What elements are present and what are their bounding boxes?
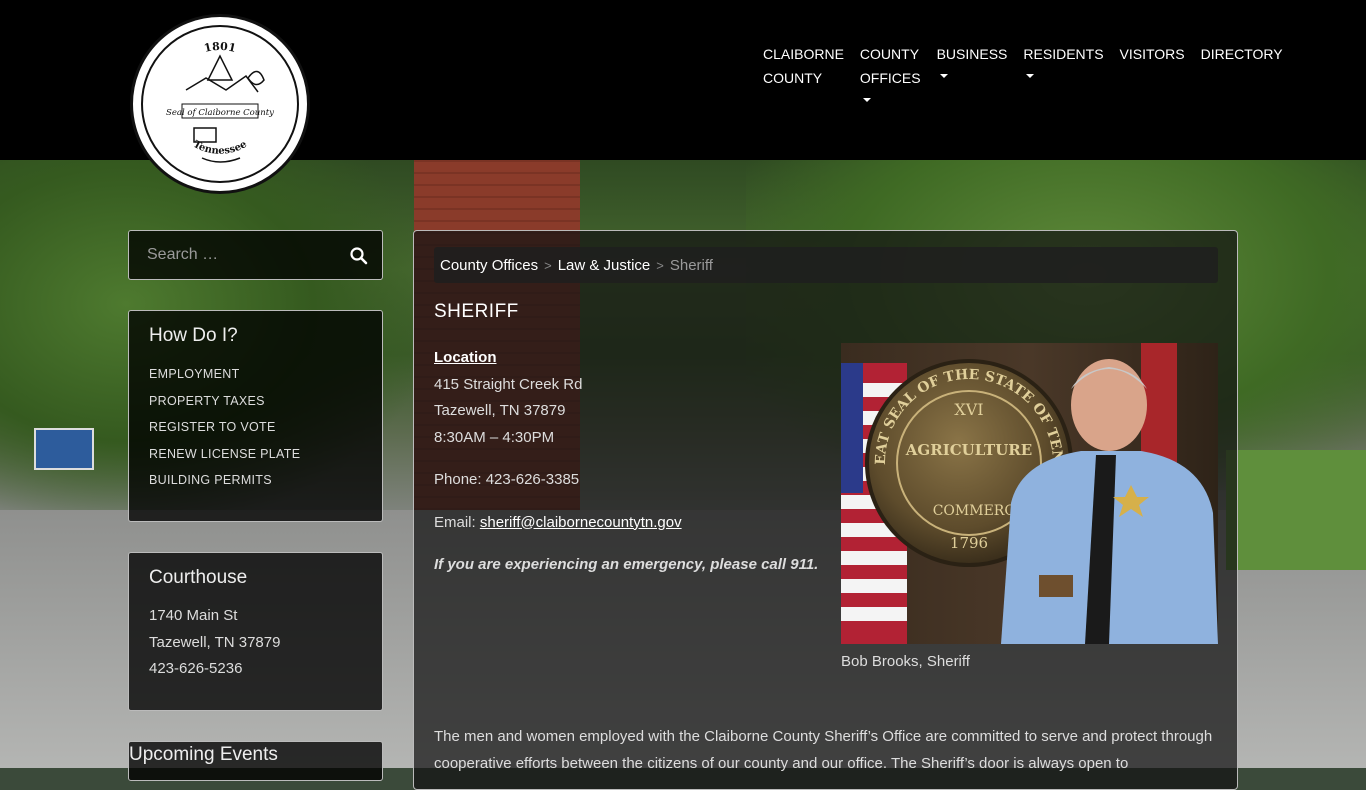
address-line2: Tazewell, TN 37879 <box>434 402 566 419</box>
main-navigation: CLAIBORNE COUNTY COUNTY OFFICES BUSINESS RE… <box>755 42 1291 102</box>
sheriff-contact-info: Location 415 Straight Creek Rd Tazewell,… <box>434 345 818 579</box>
how-do-i-link-building-permits[interactable]: BUILDING PERMITS <box>149 467 362 494</box>
emergency-notice: If you are experiencing an emergency, pl… <box>434 556 819 573</box>
chevron-down-icon[interactable] <box>939 74 948 78</box>
courthouse-address-line1: 1740 Main St <box>149 607 238 624</box>
search-icon[interactable] <box>348 245 370 267</box>
seal-artwork: 1801 Tennessee Seal of Claiborne County <box>166 40 274 163</box>
breadcrumb: County Offices > Law & Justice > Sheriff <box>434 247 1218 283</box>
how-do-i-list: EMPLOYMENT PROPERTY TAXES REGISTER TO VO… <box>149 361 362 494</box>
how-do-i-link-renew-license-plate[interactable]: RENEW LICENSE PLATE <box>149 441 362 468</box>
seal-agriculture: AGRICULTURE <box>905 441 1032 459</box>
how-do-i-widget: How Do I? EMPLOYMENT PROPERTY TAXES REGI… <box>128 310 383 522</box>
nav-item-business[interactable]: BUSINESS <box>929 42 1016 102</box>
how-do-i-link-property-taxes[interactable]: PROPERTY TAXES <box>149 388 362 415</box>
breadcrumb-separator: > <box>656 257 664 273</box>
search-input[interactable] <box>145 245 339 265</box>
breadcrumb-law-justice[interactable]: Law & Justice <box>558 257 651 274</box>
seal-banner-text: Seal of Claiborne County <box>166 108 274 118</box>
how-do-i-link-register-to-vote[interactable]: REGISTER TO VOTE <box>149 414 362 441</box>
nav-item-claiborne-county[interactable]: CLAIBORNE COUNTY <box>755 42 852 102</box>
email-line: Email: sheriff@claibornecountytn.gov <box>434 510 818 537</box>
seal-xvi: XVI <box>954 400 983 419</box>
location-link[interactable]: Location <box>434 349 497 366</box>
email-label: Email: <box>434 513 476 531</box>
address-line1: 415 Straight Creek Rd <box>434 375 583 393</box>
photo-caption: Bob Brooks, Sheriff <box>841 653 970 670</box>
nav-item-label: CLAIBORNE COUNTY <box>763 46 844 86</box>
upcoming-events-title: Upcoming Events <box>129 744 278 765</box>
nav-item-visitors[interactable]: VISITORS <box>1112 42 1193 102</box>
nav-item-residents[interactable]: RESIDENTS <box>1015 42 1111 102</box>
nav-item-directory[interactable]: DIRECTORY <box>1193 42 1291 102</box>
seal-year: 1796 <box>950 534 988 552</box>
nav-item-label: DIRECTORY <box>1200 46 1283 62</box>
how-do-i-link-employment[interactable]: EMPLOYMENT <box>149 361 362 388</box>
office-hours: 8:30AM – 4:30PM <box>434 428 555 446</box>
background-sign <box>34 428 94 470</box>
courthouse-widget: Courthouse 1740 Main St Tazewell, TN 378… <box>128 552 383 711</box>
nav-item-label: BUSINESS <box>936 46 1008 62</box>
svg-text:1801: 1801 <box>203 40 237 55</box>
courthouse-address-line2: Tazewell, TN 37879 <box>149 633 281 651</box>
breadcrumb-county-offices[interactable]: County Offices <box>440 257 538 274</box>
background-lawn <box>1226 450 1366 570</box>
sheriff-photo: THE GREAT SEAL OF THE STATE OF TENNESSEE… <box>841 343 1218 644</box>
breadcrumb-current: Sheriff <box>669 256 713 274</box>
nav-item-county-offices[interactable]: COUNTY OFFICES <box>852 42 929 102</box>
chevron-down-icon[interactable] <box>1026 74 1035 78</box>
intro-paragraph: The men and women employed with the Clai… <box>434 728 1213 772</box>
page-title: SHERIFF <box>434 301 519 322</box>
how-do-i-title: How Do I? <box>149 325 238 346</box>
nav-item-label: VISITORS <box>1119 46 1185 62</box>
chevron-down-icon[interactable] <box>862 98 871 102</box>
courthouse-phone: 423-626-5236 <box>149 660 243 677</box>
nav-item-label: COUNTY OFFICES <box>859 46 921 86</box>
seal-year-text: 1801 <box>203 40 237 55</box>
sheriff-portrait: THE GREAT SEAL OF THE STATE OF TENNESSEE… <box>841 343 1218 644</box>
main-content-panel: County Offices > Law & Justice > Sheriff… <box>413 230 1238 790</box>
phone-number: Phone: 423-626-3385 <box>434 471 580 488</box>
search-widget <box>128 230 383 280</box>
breadcrumb-separator: > <box>544 257 552 273</box>
nav-item-label: RESIDENTS <box>1023 46 1104 62</box>
upcoming-events-widget: Upcoming Events <box>128 741 383 781</box>
email-link[interactable]: sheriff@claibornecountytn.gov <box>480 514 682 531</box>
county-seal-logo[interactable]: 1801 Tennessee Seal of Claiborne County <box>130 14 310 194</box>
courthouse-title: Courthouse <box>149 567 248 588</box>
